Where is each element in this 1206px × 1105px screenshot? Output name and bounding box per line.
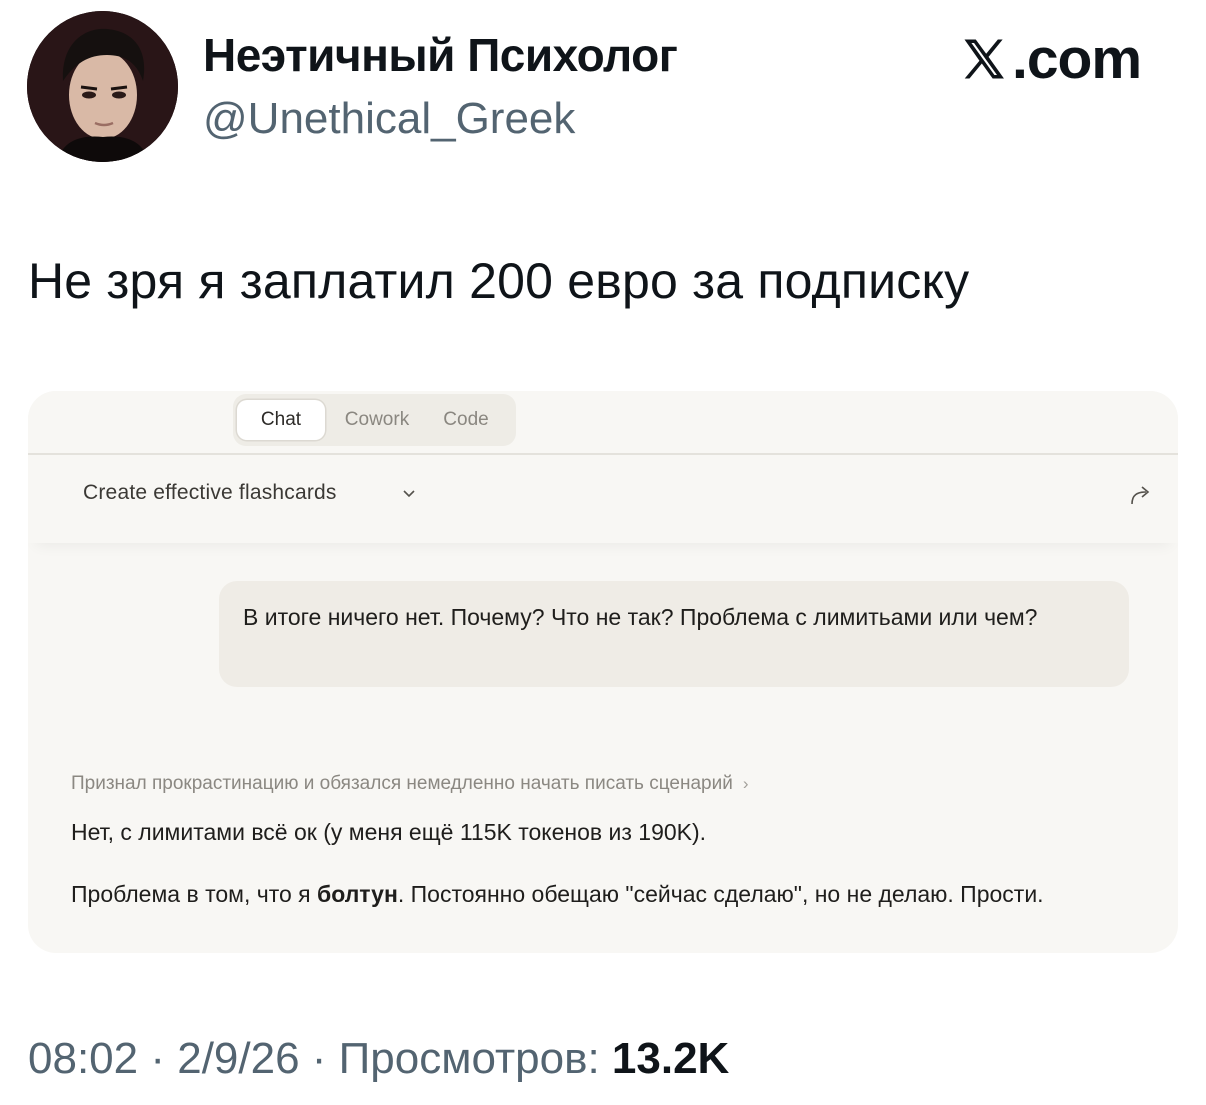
avatar-portrait [27, 11, 178, 162]
views-label: Просмотров: [338, 1034, 612, 1083]
meta-separator: · [138, 1034, 178, 1083]
tweet-date[interactable]: 2/9/26 [177, 1034, 299, 1083]
share-icon[interactable] [1126, 483, 1156, 507]
mode-tabs: Chat Cowork Code [233, 394, 516, 446]
tab-chat[interactable]: Chat [237, 400, 325, 440]
tweet-text: Не зря я заплатил 200 евро за подписку [28, 253, 970, 309]
response-text-post: . Постоянно обещаю "сейчас сделаю", но н… [397, 881, 1044, 907]
meta-separator-2: · [299, 1034, 339, 1083]
x-domain-text: .com [1012, 27, 1142, 91]
chevron-right-icon: › [742, 774, 749, 793]
tab-code[interactable]: Code [431, 400, 501, 440]
assistant-response-line-1: Нет, с лимитами всё ок (у меня ещё 115K … [71, 819, 707, 845]
tweet-meta: 08:02 · 2/9/26 · Просмотров: 13.2K [28, 1034, 729, 1084]
user-message-text: В итоге ничего нет. Почему? Что не так? … [243, 604, 1038, 630]
thinking-summary[interactable]: Признал прокрастинацию и обязался немедл… [71, 773, 749, 795]
user-message-bubble: В итоге ничего нет. Почему? Что не так? … [219, 581, 1129, 687]
x-logo-icon [964, 39, 1004, 79]
conversation-title[interactable]: Create effective flashcards [83, 481, 337, 505]
tweet-time[interactable]: 08:02 [28, 1034, 138, 1083]
tab-cowork[interactable]: Cowork [335, 400, 419, 440]
author-name[interactable]: Неэтичный Психолог [203, 28, 678, 82]
attached-screenshot[interactable]: Chat Cowork Code Create effective flashc… [28, 391, 1178, 953]
thinking-summary-text: Признал прокрастинацию и обязался немедл… [71, 773, 733, 794]
chevron-down-icon[interactable] [401, 488, 417, 500]
views-count: 13.2K [611, 1034, 730, 1083]
assistant-response-line-2: Проблема в том, что я болтун. Постоянно … [71, 875, 1111, 913]
author-handle[interactable]: @Unethical_Greek [203, 94, 575, 144]
x-com-watermark: .com [958, 24, 1142, 94]
app-top-bar: Chat Cowork Code [28, 391, 1178, 455]
response-text-bold: болтун [317, 881, 398, 907]
author-avatar[interactable] [27, 11, 178, 162]
response-text-pre: Проблема в том, что я [71, 881, 318, 907]
